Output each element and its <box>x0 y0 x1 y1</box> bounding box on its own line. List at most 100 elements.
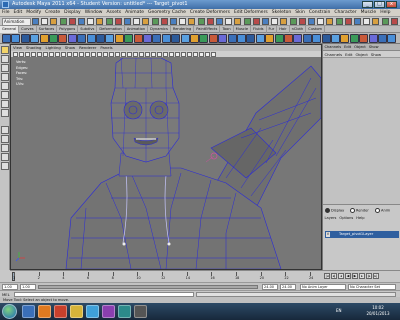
status-line-icon[interactable] <box>151 18 159 25</box>
maximize-button[interactable]: □ <box>374 1 385 8</box>
app-taskbar-icon[interactable] <box>134 305 147 318</box>
shelf-tool-icon[interactable] <box>246 34 256 43</box>
viewport-toolbar-icon[interactable] <box>145 52 150 57</box>
menu-skin[interactable]: Skin <box>293 9 307 17</box>
viewport-toolbar-icon[interactable] <box>175 52 180 57</box>
layer-menu-help[interactable]: Help <box>355 215 366 221</box>
shelf-tool-icon[interactable] <box>180 34 190 43</box>
status-line-icon[interactable] <box>363 18 371 25</box>
shelf-tool-icon[interactable] <box>208 34 218 43</box>
viewport-toolbar-icon[interactable] <box>85 52 90 57</box>
shelf-tool-icon[interactable] <box>2 34 11 43</box>
media-player-taskbar-icon[interactable] <box>38 305 51 318</box>
menu-display[interactable]: Display <box>62 9 83 17</box>
status-line-icon[interactable] <box>216 18 223 25</box>
menu-file[interactable]: File <box>0 9 12 17</box>
shelf-tool-icon[interactable] <box>227 34 237 43</box>
shelf-tool-icon[interactable] <box>331 34 340 43</box>
shelf-tab-ncloth[interactable]: nCloth <box>290 26 307 33</box>
viewport-toolbar-icon[interactable] <box>67 52 72 57</box>
status-line-icon[interactable] <box>206 18 214 25</box>
viewport-toolbar-icon[interactable] <box>97 52 102 57</box>
shelf-tab-dynamics[interactable]: Dynamics <box>148 26 171 33</box>
viewport-toolbar-icon[interactable] <box>211 52 216 57</box>
status-line-icon[interactable] <box>105 18 113 25</box>
shelf-tool-icon[interactable] <box>284 34 293 43</box>
language-indicator[interactable]: EN <box>336 308 342 313</box>
menu-set-dropdown[interactable]: Animation <box>2 18 31 26</box>
rotate-tool-icon[interactable] <box>1 82 9 90</box>
step-back-frame-button[interactable]: ◂ <box>338 273 344 279</box>
shelf-tab-deformation[interactable]: Deformation <box>97 26 125 33</box>
shelf-tool-icon[interactable] <box>199 34 209 43</box>
menu-skeleton[interactable]: Skeleton <box>270 9 293 17</box>
status-line-icon[interactable] <box>179 18 187 25</box>
shelf-tool-icon[interactable] <box>161 34 171 43</box>
shelf-tool-icon[interactable] <box>349 34 359 43</box>
shelf-tool-icon[interactable] <box>302 34 312 43</box>
status-line-icon[interactable] <box>68 18 76 25</box>
viewport-toolbar-icon[interactable] <box>31 52 36 57</box>
character-model-scene[interactable] <box>11 58 321 269</box>
shelf-tool-icon[interactable] <box>143 34 152 43</box>
shelf-tool-icon[interactable] <box>30 34 40 43</box>
status-line-icon[interactable] <box>41 18 49 25</box>
viewport-toolbar-icon[interactable] <box>163 52 168 57</box>
viewport-toolbar-icon[interactable] <box>37 52 42 57</box>
cb-tab-object[interactable]: Object <box>353 44 368 51</box>
viewport-toolbar-icon[interactable] <box>157 52 162 57</box>
lasso-tool-icon[interactable] <box>1 55 9 63</box>
viewport-toolbar-icon[interactable] <box>181 52 186 57</box>
viewport-toolbar-icon[interactable] <box>73 52 78 57</box>
shelf-tool-icon[interactable] <box>171 34 181 43</box>
viewport-toolbar-icon[interactable] <box>79 52 84 57</box>
select-tool-icon[interactable] <box>1 46 9 54</box>
shelf-tab-rendering[interactable]: Rendering <box>171 26 195 33</box>
shelf-tool-icon[interactable] <box>77 34 87 43</box>
shelf-tool-icon[interactable] <box>312 34 322 43</box>
status-line-icon[interactable] <box>87 18 95 25</box>
viewport-toolbar-icon[interactable] <box>13 52 18 57</box>
system-clock[interactable]: 10:02 20/01/2013 <box>358 305 398 317</box>
viewport-toolbar-icon[interactable] <box>139 52 144 57</box>
menu-window[interactable]: Window <box>83 9 105 17</box>
shelf-tab-curves[interactable]: Curves <box>19 26 37 33</box>
viewport-toolbar-icon[interactable] <box>199 52 204 57</box>
shelf-tool-icon[interactable] <box>11 34 21 43</box>
shelf-tool-icon[interactable] <box>152 34 162 43</box>
shelf-tool-icon[interactable] <box>190 34 199 43</box>
status-line-icon[interactable] <box>390 18 398 25</box>
layout-outliner-icon[interactable] <box>1 162 9 170</box>
shelf-tool-icon[interactable] <box>124 34 134 43</box>
shelf-tool-icon[interactable] <box>49 34 58 43</box>
status-line-icon[interactable] <box>78 18 85 25</box>
start-button[interactable] <box>2 304 17 319</box>
menu-create-deformers[interactable]: Create Deformers <box>188 9 232 17</box>
minimize-button[interactable]: _ <box>362 1 373 8</box>
viewport-toolbar-icon[interactable] <box>109 52 114 57</box>
layout-persp-graph-icon[interactable] <box>1 153 9 161</box>
shelf-tool-icon[interactable] <box>293 34 303 43</box>
cb-menu-channels[interactable]: Channels <box>323 51 344 58</box>
step-forward-key-button[interactable]: |▸ <box>366 273 372 279</box>
viewport-toolbar-icon[interactable] <box>43 52 48 57</box>
status-line-icon[interactable] <box>170 18 177 25</box>
menu-modify[interactable]: Modify <box>24 9 43 17</box>
layer-mode-display[interactable]: Display <box>325 208 344 213</box>
viewport-toolbar-icon[interactable] <box>55 52 60 57</box>
shelf-tool-icon[interactable] <box>378 34 387 43</box>
status-line-icon[interactable] <box>271 18 279 25</box>
shelf-tool-icon[interactable] <box>39 34 49 43</box>
menu-animate[interactable]: Animate <box>123 9 146 17</box>
viewport-toolbar-icon[interactable] <box>205 52 210 57</box>
cb-tab-edit[interactable]: Edit <box>343 44 353 51</box>
menu-character[interactable]: Character <box>332 9 358 17</box>
perspective-viewport[interactable]: View Shading Lighting Show Renderer Panels <box>10 44 322 270</box>
shelf-tab-muscle[interactable]: Muscle <box>234 26 252 33</box>
shelf-tool-icon[interactable] <box>274 34 284 43</box>
shelf-tool-icon[interactable] <box>237 34 246 43</box>
status-line-icon[interactable] <box>308 18 315 25</box>
maya-taskbar-icon[interactable] <box>118 305 131 318</box>
menu-edit-deformers[interactable]: Edit Deformers <box>232 9 270 17</box>
menu-assets[interactable]: Assets <box>104 9 123 17</box>
